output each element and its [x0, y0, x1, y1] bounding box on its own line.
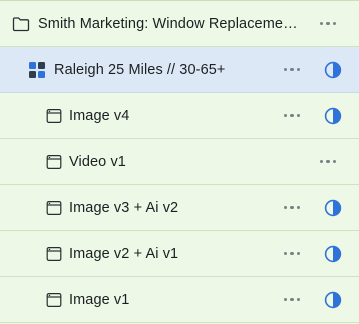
half-circle-contrast-icon[interactable]	[323, 244, 343, 264]
tree-row-campaign[interactable]: Raleigh 25 Miles // 30-65+	[0, 47, 359, 93]
window-icon	[44, 152, 64, 172]
tree-row-item[interactable]: Image v2 + Ai v1	[0, 231, 359, 277]
half-circle-contrast-icon[interactable]	[323, 60, 343, 80]
item-label: Image v2 + Ai v1	[69, 245, 179, 262]
half-circle-contrast-icon[interactable]	[323, 290, 343, 310]
item-label: Image v1	[69, 291, 130, 308]
folder-icon	[11, 14, 31, 34]
tree-row-item[interactable]: Image v4	[0, 93, 359, 139]
ad-tree-panel: Smith Marketing: Window Replacement... R…	[0, 0, 359, 324]
window-icon	[44, 290, 64, 310]
item-more-options-icon[interactable]	[316, 153, 340, 171]
tree-row-folder[interactable]: Smith Marketing: Window Replacement...	[0, 1, 359, 47]
half-circle-contrast-icon[interactable]	[323, 106, 343, 126]
item-more-options-icon[interactable]	[280, 291, 304, 309]
item-label: Image v4	[69, 107, 130, 124]
tree-row-item[interactable]: Image v3 + Ai v2	[0, 185, 359, 231]
tree-row-item[interactable]: Image v1	[0, 277, 359, 323]
window-icon	[44, 244, 64, 264]
item-label: Video v1	[69, 153, 126, 170]
grid-blocks-icon	[27, 60, 47, 80]
folder-more-options-icon[interactable]	[316, 15, 340, 33]
window-icon	[44, 106, 64, 126]
item-more-options-icon[interactable]	[280, 245, 304, 263]
campaign-more-options-icon[interactable]	[280, 61, 304, 79]
item-label: Image v3 + Ai v2	[69, 199, 179, 216]
folder-label: Smith Marketing: Window Replacement...	[38, 15, 304, 32]
half-circle-contrast-icon[interactable]	[323, 198, 343, 218]
campaign-label: Raleigh 25 Miles // 30-65+	[54, 61, 226, 78]
tree-row-item[interactable]: Video v1	[0, 139, 359, 185]
item-more-options-icon[interactable]	[280, 107, 304, 125]
item-more-options-icon[interactable]	[280, 199, 304, 217]
window-icon	[44, 198, 64, 218]
